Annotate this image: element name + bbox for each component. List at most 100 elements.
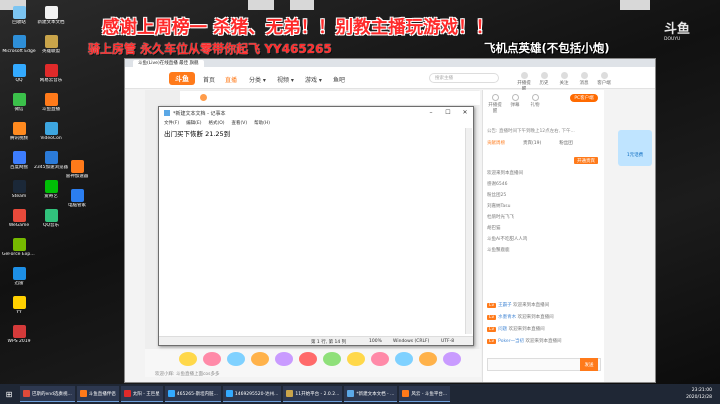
desktop-shortcut[interactable]: QQ xyxy=(2,64,36,91)
desktop-shortcut[interactable]: YY xyxy=(2,296,36,323)
browser-tab[interactable]: 斗鱼(Live)在线直播 最佳 旗舰 xyxy=(133,59,204,67)
desktop-shortcut[interactable]: 电脑管家 xyxy=(60,189,94,216)
gift-item[interactable] xyxy=(395,352,413,366)
menu-view[interactable]: 查看(V) xyxy=(232,120,248,126)
gift-item[interactable] xyxy=(443,352,461,366)
gift-item[interactable] xyxy=(347,352,365,366)
gift-icon[interactable]: 礼物 xyxy=(527,94,543,108)
shortcut-label: 电脑管家 xyxy=(68,203,86,208)
nav-home[interactable]: 首页 xyxy=(203,75,215,84)
notepad-titlebar[interactable]: *新建文本文档 - 记事本 – ☐ ✕ xyxy=(159,107,473,119)
taskbar-app[interactable]: *新建文本文档 - ... xyxy=(344,386,398,402)
desktop-shortcut[interactable]: 回收站 xyxy=(2,6,36,33)
desktop-shortcut[interactable]: 微信 xyxy=(2,93,36,120)
message-icon[interactable]: 消息 xyxy=(577,72,591,86)
taskbar-app[interactable]: 1469295520-达州... xyxy=(222,386,282,402)
desktop-shortcut[interactable]: Steam xyxy=(2,180,36,207)
notepad-text-area[interactable]: 出门买下恢断 21.25到 xyxy=(164,128,230,138)
gift-item[interactable] xyxy=(251,352,269,366)
chat-message: Lv 水墨青木 欢迎来到本直播间 xyxy=(487,314,554,320)
gift-item[interactable] xyxy=(179,352,197,366)
desktop-shortcut[interactable]: Microsoft Edge xyxy=(2,35,36,62)
recharge-ad[interactable]: 1元话费 xyxy=(618,130,652,166)
send-button[interactable]: 发送 xyxy=(580,358,598,371)
desktop-shortcut[interactable]: 网易云音乐 xyxy=(34,64,68,91)
minimize-icon[interactable]: – xyxy=(423,107,439,118)
welcome-status: 欢迎小辉: 斗鱼直播上面cos多多 xyxy=(155,372,220,377)
douyu-logo[interactable]: 斗鱼 xyxy=(169,72,195,85)
nav-category[interactable]: 分类 ▾ xyxy=(249,75,266,84)
menu-format[interactable]: 格式(O) xyxy=(208,120,224,126)
tab-fans[interactable]: 粉丝团 xyxy=(559,140,573,146)
gift-item[interactable] xyxy=(371,352,389,366)
clock[interactable]: 23:21:00 2020/12/28 xyxy=(686,387,712,401)
vertical-scrollbar[interactable] xyxy=(465,128,472,334)
desktop-shortcut[interactable]: GeForce Experience xyxy=(2,238,36,265)
desktop-shortcut[interactable]: 英雄联盟 xyxy=(34,35,68,62)
desktop-shortcut[interactable]: VideoCon xyxy=(34,122,68,149)
start-icon[interactable]: ⊞ xyxy=(0,384,18,404)
top-thumbnail[interactable] xyxy=(248,0,274,10)
taskbar-app[interactable]: 11开始平台 - 2.0.2... xyxy=(283,386,343,402)
avatar[interactable] xyxy=(200,94,207,101)
level-badge: Lv xyxy=(487,315,497,320)
client-icon[interactable]: 客户端 xyxy=(597,72,611,86)
history-icon[interactable]: 历史 xyxy=(537,72,551,86)
desktop-shortcut[interactable]: WPS 2019 xyxy=(2,325,36,352)
chat-username[interactable]: 王霸子 xyxy=(498,303,512,308)
alarm-icon[interactable]: 开播提醒 xyxy=(487,94,503,114)
nav-live[interactable]: 直播 xyxy=(225,75,237,84)
desktop-shortcut[interactable]: 腾讯视频 xyxy=(2,122,36,149)
top-thumbnail[interactable] xyxy=(290,0,314,10)
desktop-shortcut[interactable]: 新建文本文档 xyxy=(34,6,68,33)
announcement: 公告: 直播时间下午到晚上12点左右, 下午... xyxy=(487,129,575,134)
desktop-shortcut[interactable]: WeGame xyxy=(2,209,36,236)
search-input[interactable]: 搜索主播 xyxy=(429,73,499,83)
taskbar-app-label: *新建文本文档 - ... xyxy=(356,391,395,397)
chat-username[interactable]: 水墨青木 xyxy=(498,315,516,320)
menu-edit[interactable]: 编辑(E) xyxy=(186,120,201,126)
gift-item[interactable] xyxy=(227,352,245,366)
danmu-icon[interactable]: 弹幕 xyxy=(507,94,523,108)
level-badge: Lv xyxy=(487,339,497,344)
top-thumbnail[interactable] xyxy=(620,0,650,10)
desktop-shortcut[interactable]: 雷神加速器 xyxy=(60,160,94,187)
menu-help[interactable]: 帮助(H) xyxy=(254,120,270,126)
taskbar: ⊞ 巴斯的end选奏视... 斗鱼直播伴侣 太阳 - 王巨星 465265-斯坦内脏.… xyxy=(0,384,720,404)
nav-video[interactable]: 视频 ▾ xyxy=(277,75,294,84)
taskbar-app[interactable]: 斗鱼直播伴侣 xyxy=(76,386,119,402)
notepad-window: *新建文本文档 - 记事本 – ☐ ✕ 文件(F) 编辑(E) 格式(O) 查看… xyxy=(158,106,474,346)
follow-icon[interactable]: 关注 xyxy=(557,72,571,86)
taskbar-app[interactable]: 巴斯的end选奏视... xyxy=(20,386,75,402)
desktop-shortcut[interactable]: 迅雷 xyxy=(2,267,36,294)
close-icon[interactable]: ✕ xyxy=(457,107,473,118)
desktop-shortcut[interactable]: 斗鱼直播 xyxy=(34,93,68,120)
gift-item[interactable] xyxy=(203,352,221,366)
nav-game[interactable]: 游戏 ▾ xyxy=(305,75,322,84)
tab-vip[interactable]: 贵宾(19) xyxy=(523,140,541,146)
desktop-shortcut[interactable]: 百度网盘 xyxy=(2,151,36,178)
taskbar-app[interactable]: 风云 - 斗鱼平台... xyxy=(399,386,451,402)
gift-item[interactable] xyxy=(299,352,317,366)
alarm-icon[interactable]: 开播提醒 xyxy=(517,72,531,92)
maximize-icon[interactable]: ☐ xyxy=(440,107,456,118)
chat-username[interactable]: 问题 xyxy=(498,327,507,332)
clock-date: 2020/12/28 xyxy=(686,395,712,400)
taskbar-app-label: 11开始平台 - 2.0.2... xyxy=(295,391,340,397)
gift-item[interactable] xyxy=(275,352,293,366)
browser-tabbar: 斗鱼(Live)在线直播 最佳 旗舰 xyxy=(125,59,655,67)
chat-username[interactable]: Poker一当初 xyxy=(498,339,524,344)
nav-yuba[interactable]: 鱼吧 xyxy=(333,75,345,84)
pc-client-button[interactable]: PC客户端 xyxy=(570,94,598,102)
taskbar-app[interactable]: 465265-斯坦内脏... xyxy=(164,386,221,402)
menu-file[interactable]: 文件(F) xyxy=(164,120,179,126)
level-badge: Lv xyxy=(487,303,497,308)
tab-weekly-rank[interactable]: 贡献周榜 xyxy=(487,140,505,146)
gift-item[interactable] xyxy=(419,352,437,366)
chat-message: 杜鹃时光飞飞 xyxy=(487,215,514,220)
shortcut-label: Microsoft Edge xyxy=(2,49,36,54)
app-icon xyxy=(12,122,26,135)
gift-item[interactable] xyxy=(323,352,341,366)
open-vip-button[interactable]: 开通贵宾 xyxy=(574,157,598,164)
taskbar-app[interactable]: 太阳 - 王巨星 xyxy=(120,386,163,402)
